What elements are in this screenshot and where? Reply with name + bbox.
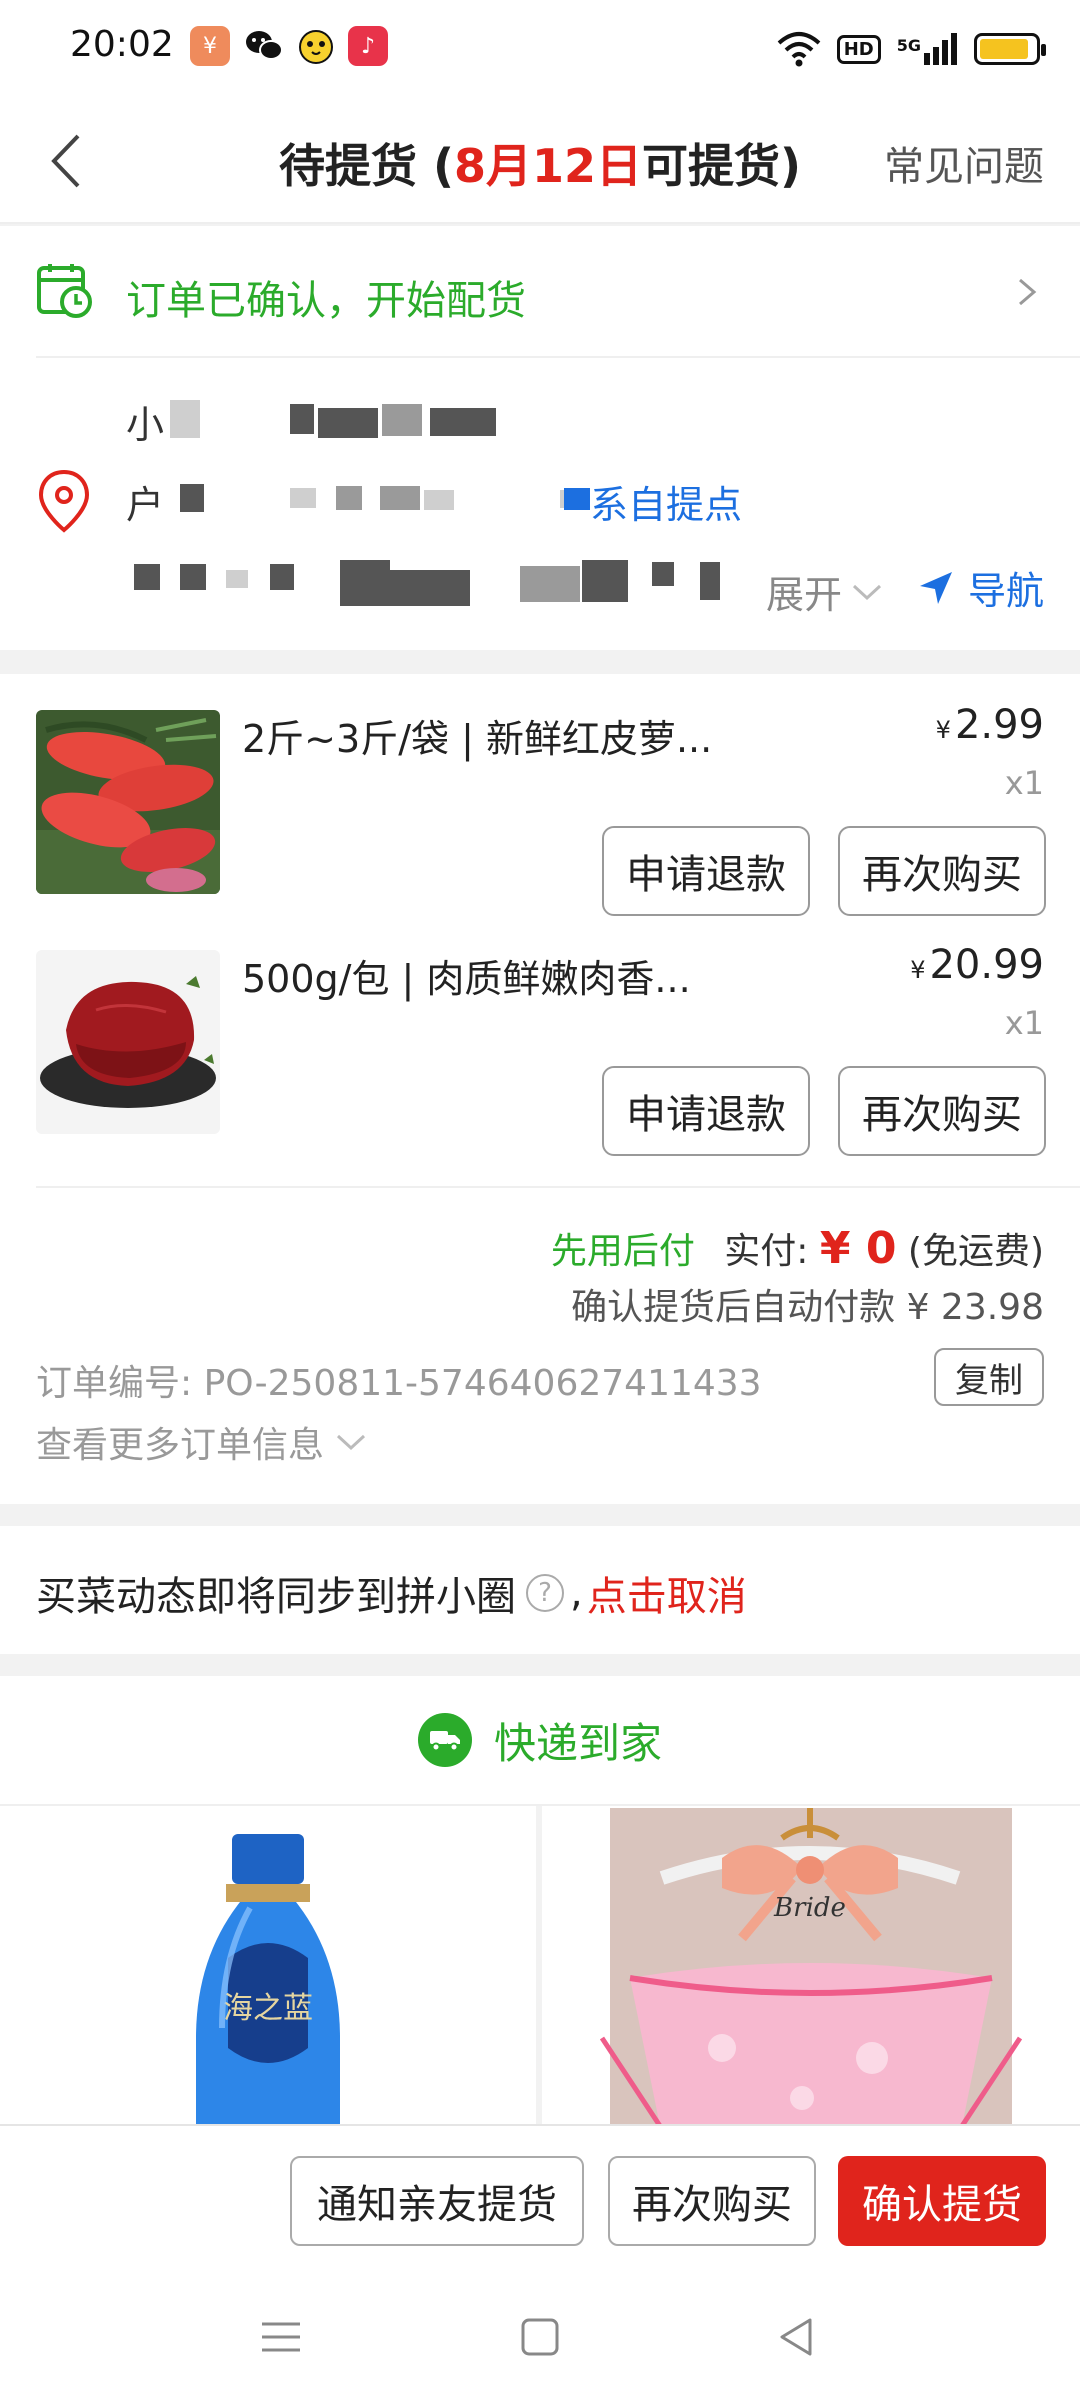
recipient-name: 小 [126,403,165,447]
chevron-down-icon [852,584,882,600]
underwear-product-image: Bride [542,1808,1080,2126]
music-app-icon: ♪ [348,26,388,66]
pickup-address: 小 户 系自提点 展开 导航 [0,356,1080,650]
chick-app-icon [296,26,336,66]
shipping-note: (免运费) [907,1231,1044,1272]
product-image-beef[interactable] [36,950,220,1134]
order-items-card: 2斤~3斤/袋 | 新鲜红皮萝... ¥2.99 x1 申请退款 再次购买 50… [0,674,1080,1504]
order-number: 订单编号: PO-250811-574640627411433 [36,1363,762,1404]
calendar-clock-icon [37,264,92,318]
sync-to-circle-row: 买菜动态即将同步到拼小圈 ? , 点击取消 [0,1526,1080,1654]
refund-button[interactable]: 申请退款 [602,1066,810,1156]
redaction-block [424,490,454,510]
svg-text:海之蓝: 海之蓝 [223,1991,313,2026]
product-image-radish[interactable] [36,710,220,894]
delivery-truck-icon [417,1713,472,1767]
redaction-block [180,484,204,512]
navigation-arrow-icon [919,571,952,604]
sync-notice: 买菜动态即将同步到拼小圈 ? , 点击取消 [36,1564,747,1622]
divider [36,1186,1080,1188]
taobao-app-icon: ¥ [190,26,230,66]
redaction-block [226,570,248,588]
redaction-block [290,404,314,434]
redaction-block [582,560,628,602]
item-price: ¥20.99 [910,942,1044,988]
pickup-point-link[interactable]: 系自提点 [590,474,742,529]
redaction-block [290,488,316,508]
status-indicators: HD 5G [777,24,1046,74]
redaction-block [180,564,206,590]
redaction-block [336,486,362,510]
redaction-block [134,564,160,590]
location-pin-icon [38,469,90,533]
buy-again-button[interactable]: 再次购买 [608,2156,816,2246]
chevron-down-icon [336,1434,366,1451]
redaction-block [520,566,580,602]
confirm-pickup-button[interactable]: 确认提货 [838,2156,1046,2246]
expand-button[interactable]: 展开 [766,564,884,619]
redaction-block [700,562,720,600]
svg-text:Bride: Bride [773,1893,846,1923]
faq-link[interactable]: 常见问题 [884,134,1044,192]
actual-paid-label: 实付: [724,1231,809,1272]
item-quantity: x1 [1004,1004,1044,1042]
menu-icon[interactable] [254,2310,308,2364]
pay-later-tag: 先用后付 [550,1231,695,1272]
copy-order-number-button[interactable]: 复制 [934,1348,1044,1406]
item-title[interactable]: 500g/包 | 肉质鲜嫩肉香... [242,948,691,1003]
order-detail-page: 20:02 ¥ ♪ HD 5G 待提货 (8月12日可提货) 常见问题 订单已确… [0,0,1080,2408]
help-icon[interactable]: ? [526,1574,564,1612]
more-order-info-toggle[interactable]: 查看更多订单信息 [36,1416,368,1468]
refund-button[interactable]: 申请退款 [602,826,810,916]
bottom-action-bar: 通知亲友提货 再次购买 确认提货 [0,2124,1080,2264]
item-title[interactable]: 2斤~3斤/袋 | 新鲜红皮萝... [242,708,712,763]
item-quantity: x1 [1004,764,1044,802]
status-time: 20:02 [70,24,174,65]
wifi-icon [777,32,821,67]
battery-icon [974,33,1046,65]
redaction-block [390,570,470,606]
status-bar: 20:02 ¥ ♪ HD 5G [0,0,1080,100]
auto-pay-note: 确认提货后自动付款 ¥ 23.98 [571,1287,1044,1328]
redaction-block [430,408,496,436]
buy-again-button[interactable]: 再次购买 [838,826,1046,916]
back-icon[interactable] [770,2310,824,2364]
order-status-row[interactable]: 订单已确认，开始配货 [0,226,1080,356]
actual-paid-amount: ¥ 0 [819,1223,897,1274]
redaction-block [170,400,200,438]
address-line: 户 [126,483,165,527]
hd-badge: HD [836,34,881,64]
nav-header: 待提货 (8月12日可提货) 常见问题 [0,100,1080,224]
buy-again-button[interactable]: 再次购买 [838,1066,1046,1156]
order-status-text: 订单已确认，开始配货 [126,278,526,324]
payment-summary: 先用后付 实付: ¥ 0 (免运费) [551,1222,1044,1274]
chevron-right-icon [1019,278,1037,306]
redaction-block [382,404,422,436]
system-nav-bar [0,2264,1080,2408]
express-label: 快递到家 [493,1718,662,1768]
redaction-block [318,408,378,438]
home-icon[interactable] [513,2310,567,2364]
express-header: 快递到家 [0,1676,1080,1806]
wechat-app-icon [244,26,284,66]
signal-icon: 5G [897,33,958,65]
divider [36,356,1080,358]
redaction-block [652,562,674,586]
product-card-underwear[interactable]: Bride [542,1808,1080,2126]
redaction-block [270,564,294,590]
redaction-block [380,486,420,510]
item-price: ¥2.99 [935,702,1044,748]
express-delivery-section: 快递到家 海之蓝 Bride [0,1676,1080,2126]
navigate-button[interactable]: 导航 [916,560,1044,615]
redaction-block [340,560,390,606]
product-card-liquor[interactable]: 海之蓝 [0,1808,536,2126]
liquor-bottle-image: 海之蓝 [0,1808,536,2126]
order-item: 500g/包 | 肉质鲜嫩肉香... ¥20.99 x1 申请退款 再次购买 [0,914,1080,1156]
cancel-sync-link[interactable]: 点击取消 [587,1564,747,1622]
order-item: 2斤~3斤/袋 | 新鲜红皮萝... ¥2.99 x1 申请退款 再次购买 [0,674,1080,916]
redaction-block [564,488,590,510]
notify-friends-button[interactable]: 通知亲友提货 [290,2156,584,2246]
